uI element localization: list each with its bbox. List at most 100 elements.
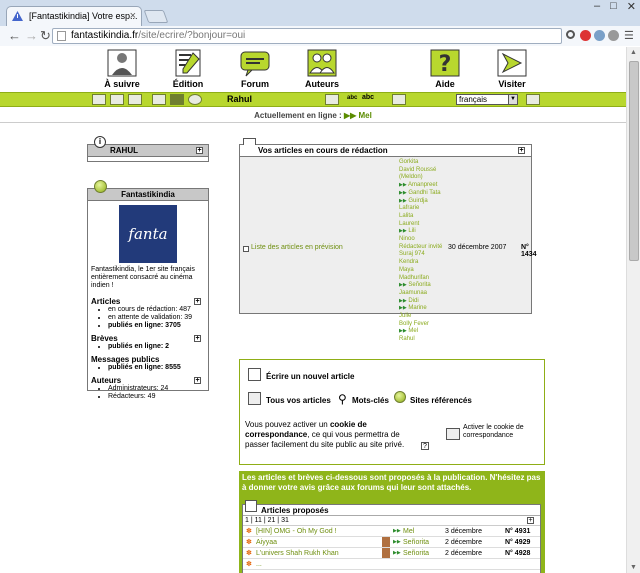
all-articles-link[interactable]: Tous vos articles bbox=[266, 396, 331, 405]
visit-icon bbox=[497, 49, 527, 77]
toolbar-contrast-icon[interactable] bbox=[325, 94, 339, 105]
new-article-link[interactable]: Écrire un nouvel article bbox=[266, 372, 354, 381]
online-arrow-icon: ▶▶ bbox=[343, 111, 357, 120]
adblock-icon[interactable] bbox=[580, 30, 591, 41]
scroll-up-icon[interactable]: ▲ bbox=[630, 49, 637, 56]
expand-icon[interactable]: + bbox=[194, 335, 201, 342]
toolbar-sites-icon[interactable] bbox=[110, 94, 124, 105]
admin-toolbar: Rahul abc abc français ▼ bbox=[0, 92, 626, 107]
expand-icon[interactable]: + bbox=[196, 147, 203, 154]
author-name: Suraj 974 bbox=[399, 251, 425, 258]
language-select[interactable]: français ▼ bbox=[456, 94, 518, 105]
author-name: David Roussé bbox=[399, 166, 437, 173]
address-bar[interactable]: fantastikindia.fr/site/ecrire/?bonjour=o… bbox=[52, 28, 562, 44]
table-row[interactable]: ✽ [HIN] OMG - Oh My God ! ▶▶ Mel 3 décem… bbox=[243, 526, 540, 537]
arrow-icon: ▶▶ bbox=[399, 228, 407, 235]
list-item: en attente de validation: 39 bbox=[108, 314, 205, 322]
author-name: Maya bbox=[399, 266, 414, 273]
close-window-icon[interactable]: ✕ bbox=[627, 0, 636, 13]
author-name: ▶▶ Lili bbox=[399, 228, 416, 235]
online-user-link[interactable]: Mel bbox=[359, 111, 372, 120]
proposed-title: Articles proposés bbox=[243, 500, 540, 516]
list-item: publiés en ligne: 8555 bbox=[108, 364, 205, 372]
minimize-icon[interactable]: – bbox=[594, 0, 600, 13]
nav-forum[interactable]: Forum bbox=[225, 49, 285, 89]
toolbar-font-small[interactable]: abc bbox=[347, 95, 357, 101]
nav-visiter[interactable]: Visiter bbox=[482, 49, 542, 89]
status-dot-icon: ✽ bbox=[246, 528, 252, 535]
browser-navbar: ← → ↻ fantastikindia.fr/site/ecrire/?bon… bbox=[0, 26, 640, 46]
toolbar-font-large[interactable]: abc bbox=[362, 94, 374, 101]
proposed-section: Les articles et brèves ci-dessous sont p… bbox=[239, 471, 545, 573]
info-icon: i bbox=[94, 136, 106, 148]
arrow-icon: ▶▶ bbox=[399, 182, 407, 189]
author-name: ▶▶ Gandhi Tata bbox=[399, 189, 441, 196]
pagination[interactable]: 1 | 11 | 21 | 31 + bbox=[243, 516, 540, 526]
toolbar-width-icon[interactable] bbox=[526, 94, 540, 105]
proposed-articles: Articles proposés 1 | 11 | 21 | 31 + ✽ [… bbox=[242, 500, 541, 573]
table-row[interactable]: ✽ ... bbox=[243, 559, 540, 570]
arrow-icon: ▶▶ bbox=[399, 328, 407, 335]
articles-in-progress: Vos articles en cours de rédaction + Gor… bbox=[239, 138, 537, 342]
sites-link[interactable]: Sites référencés bbox=[410, 396, 472, 405]
author-name: (Meldon) bbox=[399, 174, 423, 181]
expand-icon[interactable]: + bbox=[518, 147, 525, 154]
extension-icon[interactable] bbox=[594, 30, 605, 41]
status-dot-icon: ✽ bbox=[246, 539, 252, 546]
reload-icon[interactable]: ↻ bbox=[40, 28, 51, 44]
maximize-icon[interactable]: □ bbox=[610, 0, 617, 13]
nav-aide[interactable]: ? Aide bbox=[415, 49, 475, 89]
site-description: Fantastikindia, le 1er site français ent… bbox=[91, 266, 195, 289]
table-row[interactable]: ✽ Aiyyaa ▶▶ Señorita 2 décembre N° 4929 bbox=[243, 537, 540, 548]
arrow-icon: ▶▶ bbox=[399, 297, 407, 304]
keywords-link[interactable]: Mots-clés bbox=[352, 396, 389, 405]
arrow-icon: ▶▶ bbox=[393, 550, 401, 556]
scrollbar[interactable]: ▲ ▼ bbox=[626, 47, 640, 573]
back-icon[interactable]: ← bbox=[8, 28, 21, 44]
forward-icon[interactable]: → bbox=[25, 28, 38, 44]
expand-icon[interactable]: + bbox=[527, 517, 534, 524]
warning-favicon-icon bbox=[12, 11, 23, 21]
toolbar-layout-icon[interactable] bbox=[152, 94, 166, 105]
page-icon bbox=[57, 31, 66, 41]
toolbar-username: Rahul bbox=[227, 94, 253, 104]
article-checkbox[interactable] bbox=[243, 246, 249, 252]
key-icon: ⚲ bbox=[338, 392, 347, 406]
nav-auteurs[interactable]: Auteurs bbox=[292, 49, 352, 89]
expand-icon[interactable]: + bbox=[194, 377, 201, 384]
scroll-thumb[interactable] bbox=[629, 61, 639, 261]
nav-a-suivre[interactable]: À suivre bbox=[92, 49, 152, 89]
list-item: Administrateurs: 24 bbox=[108, 385, 205, 393]
site-logo: fanta bbox=[119, 205, 177, 263]
thumbnail bbox=[382, 537, 390, 547]
authors-list: Gorkita David Roussé (Meldon) ▶▶ Amanpre… bbox=[399, 159, 442, 344]
author-name: Ninoo bbox=[399, 236, 415, 243]
author-name: Madhurifan bbox=[399, 274, 430, 281]
sites-globe-icon bbox=[394, 391, 406, 403]
help-small-icon[interactable]: ? bbox=[421, 442, 429, 450]
scroll-down-icon[interactable]: ▼ bbox=[630, 564, 637, 571]
activate-cookie-link[interactable]: Activer le cookie de correspondance bbox=[463, 424, 533, 440]
author-name: Kendra bbox=[399, 259, 419, 266]
expand-icon[interactable]: + bbox=[194, 298, 201, 305]
menu-icon[interactable]: ☰ bbox=[624, 28, 634, 44]
toolbar-screen-icon[interactable] bbox=[392, 94, 406, 105]
new-tab-button[interactable] bbox=[143, 10, 169, 23]
globe-icon[interactable] bbox=[608, 30, 619, 41]
table-row[interactable]: ✽ L'univers Shah Rukh Khan ▶▶ Señorita 2… bbox=[243, 548, 540, 559]
arrow-icon: ▶▶ bbox=[393, 539, 401, 545]
toolbar-search-icon[interactable] bbox=[128, 94, 142, 105]
close-tab-icon[interactable]: × bbox=[130, 7, 136, 26]
article-date: 30 décembre 2007 bbox=[448, 244, 507, 251]
toolbar-home-icon[interactable] bbox=[92, 94, 106, 105]
site-box-title: Fantastikindia bbox=[88, 189, 208, 201]
toolbar-mail-icon[interactable] bbox=[170, 94, 184, 105]
article-link[interactable]: Liste des articles en prévision bbox=[251, 244, 343, 251]
breves-stats: publiés en ligne: 2 bbox=[91, 343, 205, 351]
list-item: publiés en ligne: 3705 bbox=[108, 322, 205, 330]
nav-edition[interactable]: Édition bbox=[158, 49, 218, 89]
toolbar-eye-icon[interactable] bbox=[188, 94, 202, 105]
author-name: Rahul bbox=[399, 336, 415, 343]
zoom-icon[interactable] bbox=[566, 30, 575, 39]
browser-tab[interactable]: [Fantastikindia] Votre esp... × bbox=[6, 6, 142, 26]
